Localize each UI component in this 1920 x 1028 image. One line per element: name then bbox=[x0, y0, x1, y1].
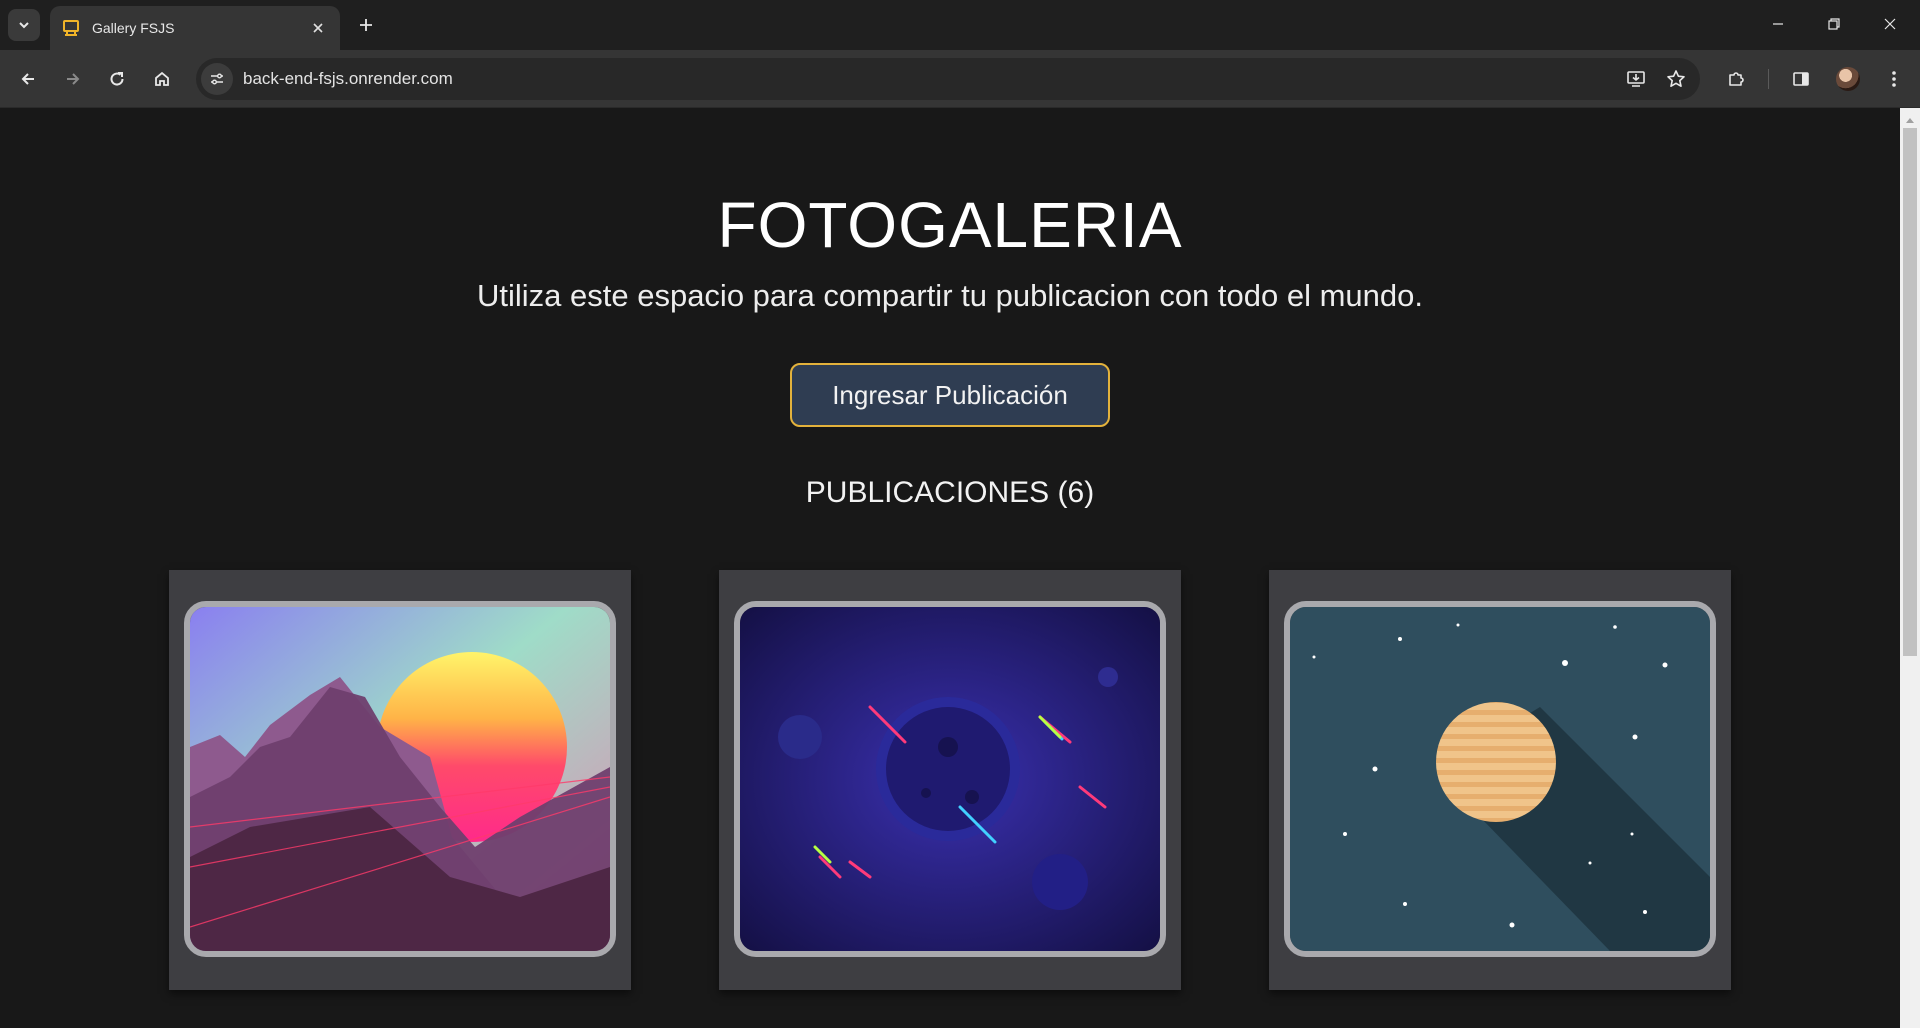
reload-icon bbox=[110, 72, 124, 86]
gallery-favicon-icon bbox=[63, 20, 79, 36]
sunset-mountains-image bbox=[190, 607, 610, 951]
post-image[interactable] bbox=[184, 601, 616, 957]
plus-icon bbox=[360, 19, 372, 31]
add-post-button[interactable]: Ingresar Publicación bbox=[790, 363, 1110, 427]
scroll-up-button[interactable] bbox=[1900, 112, 1920, 128]
post-image[interactable] bbox=[1284, 601, 1716, 957]
bookmark-button[interactable] bbox=[1660, 63, 1692, 95]
flat-planet-image bbox=[1290, 607, 1710, 951]
restore-icon bbox=[1828, 18, 1840, 30]
tab-title: Gallery FSJS bbox=[92, 20, 175, 36]
home-icon bbox=[155, 71, 169, 86]
active-tab[interactable]: Gallery FSJS bbox=[50, 6, 340, 50]
page-title: FOTOGALERIA bbox=[717, 189, 1183, 261]
post-card[interactable] bbox=[1269, 570, 1731, 990]
space-planet-image bbox=[740, 607, 1160, 951]
scrollbar-thumb[interactable] bbox=[1903, 128, 1917, 656]
post-card[interactable] bbox=[169, 570, 631, 990]
profile-button[interactable] bbox=[1832, 63, 1864, 95]
star-icon bbox=[1667, 70, 1685, 87]
page-subtitle: Utiliza este espacio para compartir tu p… bbox=[476, 278, 1423, 313]
close-icon bbox=[1884, 18, 1896, 30]
browser-toolbar: back-end-fsjs.onrender.com bbox=[0, 50, 1920, 108]
page-content: FOTOGALERIA Utiliza este espacio para co… bbox=[0, 108, 1900, 1028]
post-card[interactable] bbox=[719, 570, 1181, 990]
kebab-menu-icon bbox=[1892, 71, 1896, 87]
avatar bbox=[1836, 67, 1860, 91]
posts-heading: PUBLICACIONES (6) bbox=[805, 476, 1095, 509]
side-panel-icon bbox=[1793, 72, 1809, 86]
side-panel-button[interactable] bbox=[1785, 63, 1817, 95]
menu-button[interactable] bbox=[1878, 63, 1910, 95]
back-button[interactable] bbox=[12, 63, 44, 95]
puzzle-icon bbox=[1729, 72, 1744, 86]
install-app-button[interactable] bbox=[1620, 63, 1652, 95]
extensions-button[interactable] bbox=[1720, 63, 1752, 95]
home-button[interactable] bbox=[146, 63, 178, 95]
new-tab-button[interactable] bbox=[352, 11, 380, 39]
tab-strip: Gallery FSJS bbox=[0, 0, 1920, 50]
url-text[interactable]: back-end-fsjs.onrender.com bbox=[243, 69, 1620, 89]
arrow-left-icon bbox=[21, 73, 34, 85]
close-tab-button[interactable] bbox=[308, 18, 328, 38]
address-bar[interactable]: back-end-fsjs.onrender.com bbox=[196, 58, 1700, 100]
site-info-button[interactable] bbox=[201, 63, 233, 95]
reload-button[interactable] bbox=[101, 63, 133, 95]
caret-up-icon bbox=[1906, 118, 1914, 123]
post-image[interactable] bbox=[734, 601, 1166, 957]
close-window-button[interactable] bbox=[1862, 0, 1918, 48]
tune-icon bbox=[211, 73, 223, 85]
chevron-down-icon bbox=[19, 22, 29, 29]
close-icon bbox=[313, 23, 323, 33]
toolbar-divider bbox=[1768, 69, 1769, 89]
arrow-right-icon bbox=[67, 73, 80, 85]
tab-search-button[interactable] bbox=[8, 9, 40, 41]
forward-button[interactable] bbox=[57, 63, 89, 95]
minimize-button[interactable] bbox=[1750, 0, 1806, 48]
install-app-icon bbox=[1627, 71, 1645, 87]
restore-button[interactable] bbox=[1806, 0, 1862, 48]
minimize-icon bbox=[1773, 23, 1783, 25]
